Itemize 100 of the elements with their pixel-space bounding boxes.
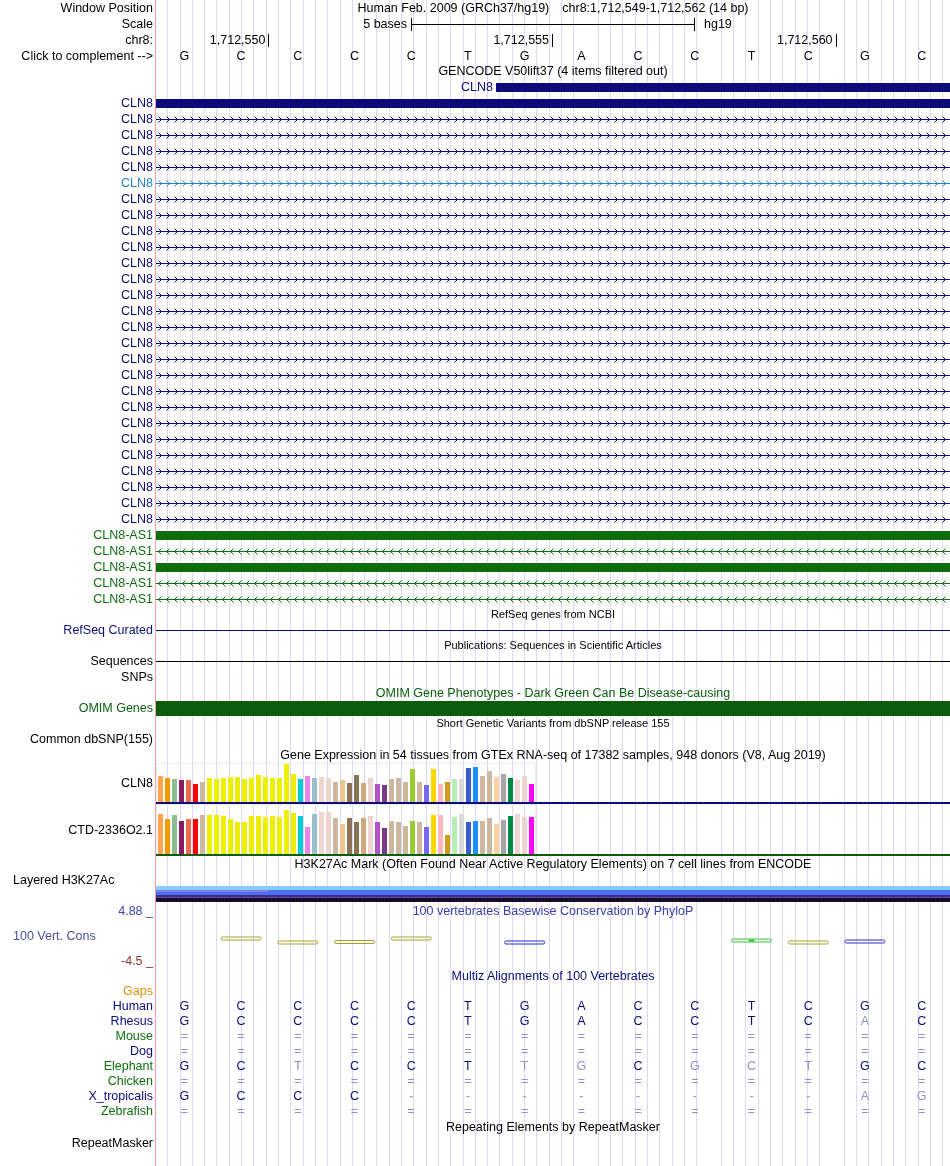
base-letter[interactable]: T: [747, 48, 756, 64]
gene-label[interactable]: CLN8: [121, 351, 153, 367]
expression-bar: [410, 769, 415, 802]
base-letter: C: [917, 1059, 927, 1074]
base-letter[interactable]: C: [690, 48, 700, 64]
base-letter: =: [180, 1104, 188, 1119]
base-letter: =: [691, 1074, 699, 1089]
species-label[interactable]: Mouse: [115, 1029, 153, 1044]
expression-bar: [249, 778, 254, 802]
gene-label[interactable]: CLN8: [121, 383, 153, 399]
expression-bar: [179, 780, 184, 802]
expression-bar: [277, 817, 282, 854]
expression-bar: [207, 778, 212, 802]
species-label[interactable]: X_tropicalis: [88, 1089, 153, 1104]
base-letter[interactable]: C: [406, 48, 416, 64]
gene-label[interactable]: CLN8: [121, 207, 153, 223]
base-letter: C: [633, 1059, 643, 1074]
gene-label[interactable]: CLN8-AS1: [93, 527, 153, 543]
gene-label[interactable]: CLN8: [121, 223, 153, 239]
species-label[interactable]: Human: [112, 999, 153, 1014]
gene-label[interactable]: CLN8-AS1: [93, 543, 153, 559]
species-label[interactable]: Elephant: [103, 1059, 153, 1074]
expression-bar: [431, 769, 436, 802]
base-letter[interactable]: C: [349, 48, 359, 64]
base-letter[interactable]: G: [179, 48, 190, 64]
gene-label[interactable]: CLN8: [121, 447, 153, 463]
base-letter[interactable]: G: [519, 48, 530, 64]
gene-label[interactable]: CLN8: [121, 175, 153, 191]
gene-label[interactable]: CLN8: [121, 95, 153, 111]
track-label[interactable]: SNPs: [121, 669, 153, 685]
expression-bar: [179, 821, 184, 854]
gene-label[interactable]: CLN8: [121, 415, 153, 431]
expression-bar: [522, 776, 527, 802]
gene-label[interactable]: CLN8: [121, 255, 153, 271]
base-letter[interactable]: A: [577, 48, 586, 64]
base-letter[interactable]: C: [293, 48, 303, 64]
gene-label[interactable]: CLN8: [121, 191, 153, 207]
base-letter: T: [747, 1014, 756, 1029]
base-letter: -: [409, 1089, 414, 1104]
base-letter[interactable]: C: [917, 48, 927, 64]
gene-label[interactable]: CLN8-AS1: [93, 591, 153, 607]
expression-bar: [333, 818, 338, 854]
gene-label[interactable]: CLN8: [121, 287, 153, 303]
feature-line[interactable]: [156, 660, 950, 662]
track-label[interactable]: RefSeq Curated: [63, 622, 153, 638]
gene-label[interactable]: CLN8-AS1: [93, 575, 153, 591]
gene-label[interactable]: CLN8: [121, 495, 153, 511]
gene-label[interactable]: CLN8: [121, 143, 153, 159]
base-letter[interactable]: C: [236, 48, 246, 64]
expression-bar: [256, 816, 261, 854]
gene-label[interactable]: CLN8: [121, 463, 153, 479]
gene-label[interactable]: CLN8: [121, 111, 153, 127]
gene-label[interactable]: CLN8: [121, 511, 153, 527]
track-label[interactable]: CTD-2336O2.1: [68, 822, 153, 838]
gene-label[interactable]: CLN8: [121, 367, 153, 383]
gene-label[interactable]: CLN8: [121, 303, 153, 319]
track-label[interactable]: RepeatMasker: [71, 1135, 153, 1151]
gene-label[interactable]: CLN8: [461, 79, 496, 95]
track-label[interactable]: Sequences: [90, 653, 153, 669]
base-letter[interactable]: C: [803, 48, 813, 64]
base-letter: C: [293, 1089, 303, 1104]
exon-block[interactable]: [496, 82, 950, 92]
gene-label[interactable]: CLN8: [121, 399, 153, 415]
exon-block[interactable]: [156, 562, 950, 572]
track-label[interactable]: 100 Vert. Cons: [13, 928, 96, 944]
gene-label[interactable]: CLN8: [121, 127, 153, 143]
base-letter: =: [861, 1074, 869, 1089]
track-label[interactable]: Common dbSNP(155): [30, 731, 153, 747]
track-label[interactable]: Layered H3K27Ac: [13, 873, 115, 888]
feature-line[interactable]: [156, 629, 950, 631]
expression-bar: [305, 776, 310, 802]
track-title: Short Genetic Variants from dbSNP release 155: [436, 716, 670, 731]
base-letter[interactable]: C: [633, 48, 643, 64]
expression-bar: [389, 821, 394, 854]
base-letter[interactable]: G: [860, 48, 870, 64]
track-title: H3K27Ac Mark (Often Found Near Active Regulatory Elements) on 7 cell lines from ENCODE: [294, 857, 812, 872]
gene-label[interactable]: CLN8: [121, 431, 153, 447]
species-label[interactable]: Rhesus: [110, 1014, 153, 1029]
exon-block[interactable]: [156, 530, 950, 540]
conservation-mark: [390, 936, 432, 941]
position-tick: 1,712,560: [776, 33, 837, 47]
base-letter: =: [804, 1029, 812, 1044]
species-label[interactable]: Dog: [130, 1044, 153, 1059]
gene-label[interactable]: CLN8: [121, 479, 153, 495]
exon-block[interactable]: [156, 98, 950, 108]
gene-label[interactable]: CLN8: [121, 159, 153, 175]
gene-label[interactable]: CLN8: [121, 271, 153, 287]
track-label[interactable]: CLN8: [121, 776, 153, 791]
expression-bar: [466, 768, 471, 802]
expression-bar: [508, 778, 513, 802]
gene-label[interactable]: CLN8: [121, 319, 153, 335]
base-letter[interactable]: T: [464, 48, 472, 64]
gene-label[interactable]: CLN8: [121, 239, 153, 255]
track-label[interactable]: OMIM Genes: [78, 701, 153, 716]
species-label[interactable]: Chicken: [107, 1074, 153, 1089]
expression-bar: [347, 783, 352, 802]
expression-bar: [333, 782, 338, 802]
species-label[interactable]: Zebrafish: [100, 1104, 153, 1119]
gene-label[interactable]: CLN8: [121, 335, 153, 351]
gene-label[interactable]: CLN8-AS1: [93, 559, 153, 575]
